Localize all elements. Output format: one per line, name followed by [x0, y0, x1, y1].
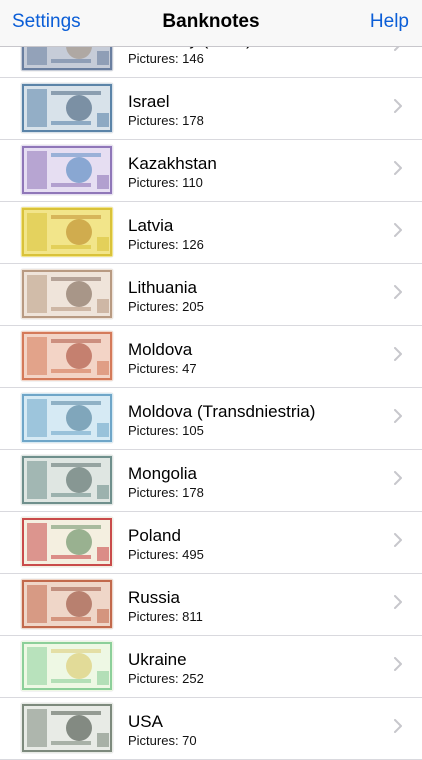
banknote-thumbnail	[21, 145, 113, 195]
pictures-count: Pictures: 178	[128, 485, 204, 500]
pictures-count: Pictures: 811	[128, 609, 203, 624]
banknote-thumbnail	[21, 83, 113, 133]
country-name: Poland	[128, 526, 181, 545]
list-item[interactable]: Moldova (Transdniestria) Pictures: 105	[0, 388, 422, 450]
pictures-count: Pictures: 70	[128, 733, 197, 748]
country-name: Lithuania	[128, 278, 198, 297]
chevron-right-icon	[394, 285, 402, 299]
list-item[interactable]: Lithuania Pictures: 205	[0, 264, 422, 326]
country-name: Moldova (Transdniestria)	[128, 402, 316, 421]
chevron-right-icon	[394, 161, 402, 175]
country-name: USA	[128, 712, 163, 731]
list-item[interactable]: Moldova Pictures: 47	[0, 326, 422, 388]
banknote-thumbnail	[21, 703, 113, 753]
chevron-right-icon	[394, 409, 402, 423]
list-item[interactable]: Israel Pictures: 178	[0, 78, 422, 140]
pictures-count: Pictures: 178	[128, 113, 204, 128]
banknote-thumbnail	[21, 455, 113, 505]
list-item[interactable]: Mongolia Pictures: 178	[0, 450, 422, 512]
banknote-thumbnail	[21, 393, 113, 443]
chevron-right-icon	[394, 223, 402, 237]
pictures-count: Pictures: 146	[128, 51, 204, 66]
country-name: Kazakhstan	[128, 154, 217, 173]
chevron-right-icon	[394, 471, 402, 485]
navigation-bar: Settings Banknotes Help	[0, 0, 422, 47]
banknote-thumbnail	[21, 207, 113, 257]
pictures-count: Pictures: 205	[128, 299, 204, 314]
pictures-count: Pictures: 252	[128, 671, 204, 686]
country-list: Germany (GDR)Pictures: 146IsraelPictures…	[0, 16, 422, 760]
help-button[interactable]: Help	[370, 11, 409, 33]
country-name: Russia	[128, 588, 180, 607]
country-name: Moldova	[128, 340, 193, 359]
banknote-thumbnail	[21, 641, 113, 691]
chevron-right-icon	[394, 657, 402, 671]
pictures-count: Pictures: 105	[128, 423, 204, 438]
list-item[interactable]: USA Pictures: 70	[0, 698, 422, 760]
list-item[interactable]: Poland Pictures: 495	[0, 512, 422, 574]
pictures-count: Pictures: 110	[128, 175, 203, 190]
list-item[interactable]: Russia Pictures: 811	[0, 574, 422, 636]
chevron-right-icon	[394, 595, 402, 609]
chevron-right-icon	[394, 99, 402, 113]
country-name: Israel	[128, 92, 170, 111]
pictures-count: Pictures: 126	[128, 237, 204, 252]
banknote-thumbnail	[21, 269, 113, 319]
chevron-right-icon	[394, 533, 402, 547]
list-item[interactable]: Ukraine Pictures: 252	[0, 636, 422, 698]
country-name: Ukraine	[128, 650, 187, 669]
list-item[interactable]: Latvia Pictures: 126	[0, 202, 422, 264]
chevron-right-icon	[394, 719, 402, 733]
page-title: Banknotes	[162, 11, 260, 32]
banknote-thumbnail	[21, 517, 113, 567]
pictures-count: Pictures: 495	[128, 547, 204, 562]
banknote-thumbnail	[21, 331, 113, 381]
chevron-right-icon	[394, 347, 402, 361]
pictures-count: Pictures: 47	[128, 361, 197, 376]
country-name: Mongolia	[128, 464, 197, 483]
country-name: Latvia	[128, 216, 174, 235]
banknote-thumbnail	[21, 579, 113, 629]
list-item[interactable]: Kazakhstan Pictures: 110	[0, 140, 422, 202]
